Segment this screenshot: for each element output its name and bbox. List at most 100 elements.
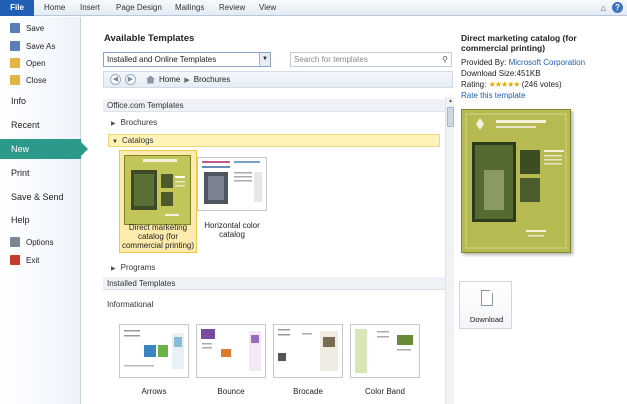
section-print[interactable]: Print	[0, 168, 81, 178]
breadcrumb-separator-icon: ▶	[184, 76, 190, 84]
save-as-label: Save As	[26, 41, 56, 51]
rate-template-link[interactable]: Rate this template	[461, 91, 525, 100]
catalog-thumbnail	[124, 155, 191, 225]
close-command[interactable]: Close	[0, 75, 81, 85]
template-caption: Direct marketing catalog (for commercial…	[121, 223, 195, 250]
template-tile-color-band[interactable]	[350, 324, 420, 378]
category-brochures[interactable]: ▶ Brochures	[111, 118, 157, 127]
open-command[interactable]: Open	[0, 58, 81, 68]
section-help[interactable]: Help	[0, 215, 81, 225]
templates-pane: Available Templates Installed and Online…	[100, 17, 455, 404]
template-preview-image	[461, 109, 571, 253]
rating-votes: (246 votes)	[521, 80, 562, 89]
breadcrumb-home[interactable]: Home	[159, 75, 180, 84]
template-caption: Arrows	[141, 387, 167, 396]
tab-page-design[interactable]: Page Design	[116, 0, 162, 16]
category-label: Programs	[120, 263, 156, 272]
template-source-value: Installed and Online Templates	[107, 55, 217, 64]
ribbon-tabs: File Home Insert Page Design Mailings Re…	[0, 0, 627, 16]
breadcrumb-brochures[interactable]: Brochures	[194, 75, 230, 84]
tab-mailings[interactable]: Mailings	[175, 0, 204, 16]
open-label: Open	[26, 58, 46, 68]
category-catalogs[interactable]: ▼ Catalogs	[108, 134, 440, 147]
options-command[interactable]: Options	[0, 237, 81, 247]
search-icon[interactable]: ⚲	[442, 53, 448, 66]
preview-provider: Provided By: Microsoft Corporation	[461, 58, 585, 67]
save-command[interactable]: Save	[0, 23, 81, 33]
breadcrumb: ◀ ▶ Home ▶ Brochures	[103, 71, 453, 88]
arrows-thumbnail	[120, 325, 188, 377]
chevron-down-icon[interactable]: ▼	[259, 53, 270, 66]
download-label: Download	[469, 315, 504, 324]
tab-review[interactable]: Review	[219, 0, 245, 16]
close-label: Close	[26, 75, 47, 85]
section-new[interactable]: New	[0, 139, 88, 159]
installed-group-label: Informational	[107, 300, 154, 309]
office-templates-header: Office.com Templates	[103, 99, 445, 112]
backstage-nav: Save Save As Open Close Info Recent New …	[0, 17, 88, 404]
section-recent[interactable]: Recent	[0, 120, 81, 130]
horizontal-catalog-art	[198, 158, 266, 210]
brocade-thumbnail	[274, 325, 342, 377]
template-caption: Color Band	[364, 387, 406, 396]
template-preview-pane: Direct marketing catalog (for commercial…	[455, 17, 627, 404]
help-icon[interactable]: ?	[612, 2, 623, 13]
section-save-send[interactable]: Save & Send	[0, 192, 81, 202]
save-as-command[interactable]: Save As	[0, 41, 81, 51]
exit-label: Exit	[26, 255, 40, 265]
rating-label: Rating:	[461, 80, 487, 89]
tab-home[interactable]: Home	[44, 0, 65, 16]
template-list-scrollbar[interactable]: ▲	[445, 97, 454, 404]
preview-rating: Rating: ★★★★★ (246 votes)	[461, 80, 562, 89]
rating-stars-icon[interactable]: ★★★★★	[489, 80, 521, 89]
installed-templates-header: Installed Templates	[103, 277, 445, 290]
provided-by-label: Provided By:	[461, 58, 507, 67]
forward-icon[interactable]: ▶	[125, 74, 136, 85]
home-icon[interactable]	[146, 75, 155, 84]
save-label: Save	[26, 23, 45, 33]
template-caption: Brocade	[293, 387, 323, 396]
back-icon[interactable]: ◀	[110, 74, 121, 85]
template-tile-arrows[interactable]	[119, 324, 189, 378]
catalog-cover-preview	[462, 110, 570, 252]
bounce-thumbnail	[197, 325, 265, 377]
close-icon	[10, 75, 20, 85]
download-button[interactable]: Download	[459, 281, 512, 329]
ribbon-minimize-icon[interactable]: △	[601, 4, 606, 12]
scroll-up-icon[interactable]: ▲	[446, 97, 455, 106]
search-placeholder: Search for templates	[294, 55, 368, 64]
file-tab[interactable]: File	[0, 0, 34, 16]
preview-download-size: Download Size:451KB	[461, 69, 541, 78]
exit-command[interactable]: Exit	[0, 255, 81, 265]
collapse-icon: ▼	[112, 139, 118, 145]
tab-view[interactable]: View	[259, 0, 276, 16]
template-caption: Horizontal color catalog	[204, 221, 260, 239]
options-icon	[10, 237, 20, 247]
catalog-cover-art	[125, 156, 190, 224]
template-list: Office.com Templates ▶ Brochures ▼ Catalog…	[103, 97, 445, 404]
tab-insert[interactable]: Insert	[80, 0, 100, 16]
exit-icon	[10, 255, 20, 265]
template-tile[interactable]	[197, 157, 267, 211]
search-input[interactable]: Search for templates ⚲	[290, 52, 452, 67]
category-label: Catalogs	[121, 136, 154, 145]
template-tile-brocade[interactable]	[273, 324, 343, 378]
section-info[interactable]: Info	[0, 96, 81, 106]
save-as-icon	[10, 41, 20, 51]
open-icon	[10, 58, 20, 68]
color-band-thumbnail	[351, 325, 419, 377]
template-caption: Bounce	[217, 387, 245, 396]
expand-icon: ▶	[111, 121, 116, 127]
scroll-thumb[interactable]	[447, 107, 454, 127]
category-label: Brochures	[120, 118, 158, 127]
expand-icon: ▶	[111, 266, 116, 272]
template-source-select[interactable]: Installed and Online Templates ▼	[103, 52, 271, 67]
provider-link[interactable]: Microsoft Corporation	[509, 58, 585, 67]
options-label: Options	[26, 237, 54, 247]
preview-title: Direct marketing catalog (for commercial…	[461, 33, 577, 53]
save-icon	[10, 23, 20, 33]
category-programs[interactable]: ▶ Programs	[111, 263, 155, 272]
template-tile-bounce[interactable]	[196, 324, 266, 378]
page-title: Available Templates	[104, 33, 195, 44]
download-document-icon	[481, 290, 493, 306]
